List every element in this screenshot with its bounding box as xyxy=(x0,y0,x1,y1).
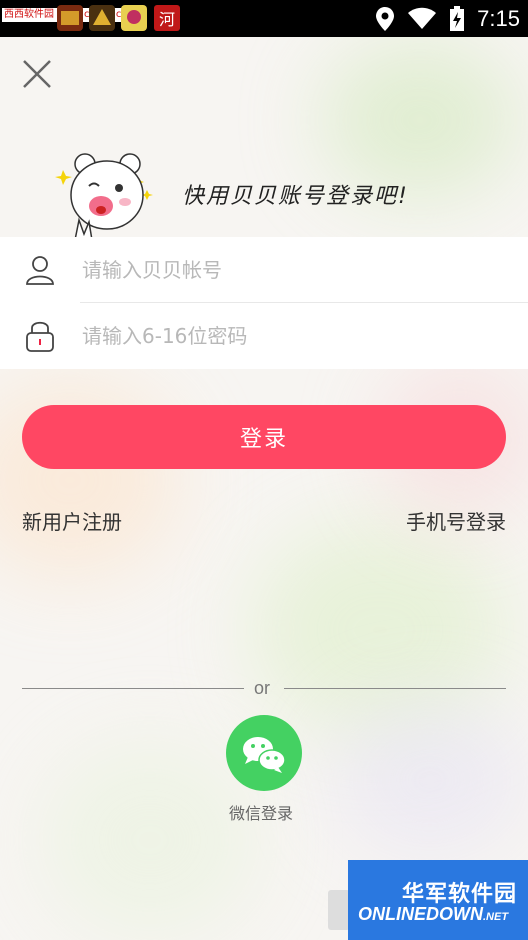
svg-text:河: 河 xyxy=(159,10,175,29)
location-icon xyxy=(376,6,395,31)
or-label: or xyxy=(254,678,271,698)
account-field-row xyxy=(0,237,528,303)
watermark-en-text: ONLINEDOWN xyxy=(358,904,483,924)
bear-mascot-icon xyxy=(55,153,153,241)
lock-icon xyxy=(26,321,54,352)
password-input[interactable] xyxy=(82,315,502,357)
login-slogan: 快用贝贝账号登录吧! xyxy=(182,184,409,209)
app-icon-4: 河 xyxy=(154,5,180,31)
battery-icon xyxy=(450,5,465,31)
watermark-en: ONLINEDOWN.NET xyxy=(358,904,508,925)
user-icon xyxy=(26,256,54,285)
watermark-corner xyxy=(328,890,350,930)
password-field-row xyxy=(0,303,528,369)
watermark-onlinedown: 华军软件园 ONLINEDOWN.NET xyxy=(348,860,528,940)
register-link[interactable]: 新用户注册 xyxy=(22,506,122,535)
close-icon[interactable] xyxy=(18,55,56,93)
account-input[interactable] xyxy=(82,249,502,291)
wechat-login-button[interactable] xyxy=(226,715,302,791)
login-form xyxy=(0,237,528,369)
app-icon-1 xyxy=(57,5,83,31)
clock: 7:15 xyxy=(477,5,520,31)
wifi-icon xyxy=(408,7,437,29)
wechat-login-label: 微信登录 xyxy=(229,804,294,823)
divider-right xyxy=(284,688,506,689)
divider-left xyxy=(22,688,244,689)
app-icon-2 xyxy=(89,5,115,31)
watermark-net: .NET xyxy=(483,911,509,923)
login-button[interactable]: 登录 xyxy=(22,405,506,469)
wechat-icon xyxy=(243,737,286,773)
app-icon-3 xyxy=(121,5,147,31)
status-bar: 西西软件园 www.cr173.com 河 7:15 xyxy=(0,0,528,37)
phone-login-link[interactable]: 手机号登录 xyxy=(406,506,506,535)
background xyxy=(0,0,528,940)
